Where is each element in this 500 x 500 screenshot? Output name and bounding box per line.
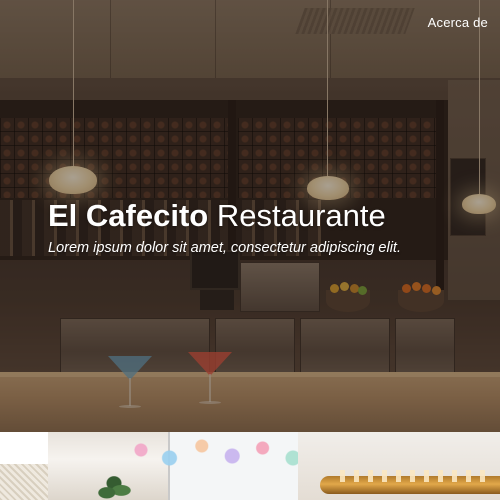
hero-title-brand: El Cafecito: [48, 198, 209, 233]
hero-subtitle: Lorem ipsum dolor sit amet, consectetur …: [48, 240, 401, 256]
nav-about-link[interactable]: Acerca de: [428, 15, 488, 30]
plant: [96, 476, 132, 500]
woven-texture: [0, 464, 48, 500]
gallery-section: [0, 432, 500, 500]
mosaic-decoration: [122, 434, 312, 474]
hero-title-type: Restaurante: [216, 198, 386, 233]
hero-title: El Cafecito Restaurante: [48, 196, 386, 236]
